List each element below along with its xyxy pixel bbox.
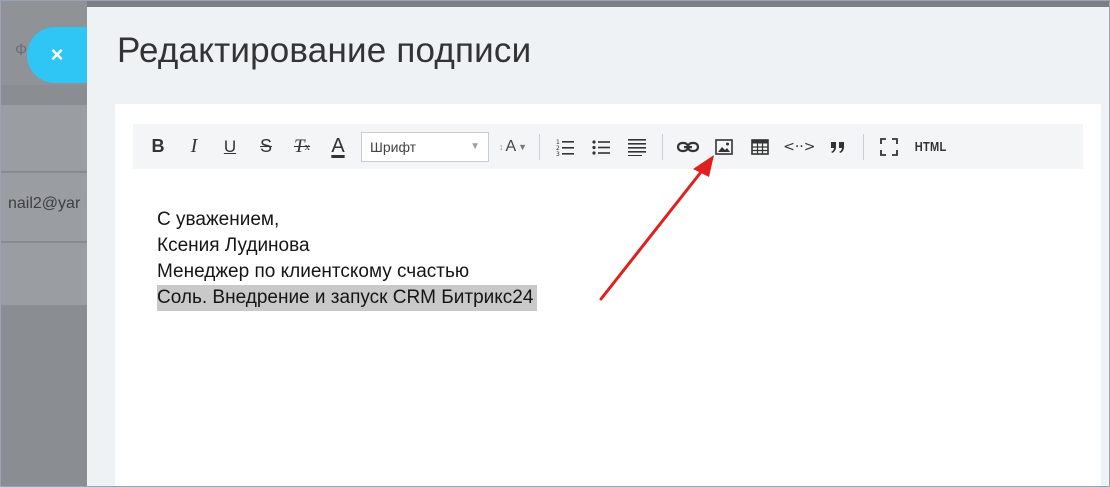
page-title: Редактирование подписи <box>117 31 532 70</box>
screenshot-frame: Ф nail2@yar × Редактирование подписи B I… <box>0 0 1110 487</box>
background-row <box>1 105 87 171</box>
bold-button[interactable]: B <box>145 132 171 162</box>
image-icon <box>715 138 733 155</box>
font-size-button[interactable]: ↕ A ▼ <box>499 132 527 162</box>
background-divider <box>1 171 87 172</box>
signature-editor: B I U S Tx A Шрифт ▼ ↕ A ▼ 123 <··> HTML… <box>115 104 1101 486</box>
html-mode-button[interactable]: HTML <box>915 132 947 162</box>
clear-format-sub: x <box>304 140 311 153</box>
background-column-letter: Ф <box>15 42 28 59</box>
code-button[interactable]: <··> <box>783 132 815 162</box>
underline-button[interactable]: U <box>217 132 243 162</box>
quote-icon <box>831 141 845 153</box>
toolbar-divider <box>539 133 541 160</box>
background-divider <box>1 241 87 242</box>
bulleted-list-icon <box>592 139 611 155</box>
signature-content[interactable]: С уважением, Ксения Лудинова Менеджер по… <box>157 207 538 311</box>
signature-edit-panel: Редактирование подписи B I U S Tx A Шриф… <box>87 7 1109 486</box>
close-icon: × <box>50 42 64 67</box>
font-color-button[interactable]: A <box>325 132 351 162</box>
numbered-list-icon: 123 <box>556 139 575 156</box>
signature-line: С уважением, <box>157 209 280 230</box>
font-family-select[interactable]: Шрифт ▼ <box>361 131 489 162</box>
selected-signature-line: Соль. Внедрение и запуск CRM Битрикс24 <box>157 285 538 311</box>
numbered-list-button[interactable]: 123 <box>552 132 578 162</box>
toolbar-divider <box>662 133 664 160</box>
background-email-fragment: nail2@yar <box>8 195 81 212</box>
clear-format-icon: T <box>293 135 305 157</box>
bulleted-list-button[interactable] <box>588 132 614 162</box>
svg-text:3: 3 <box>556 151 560 156</box>
editor-toolbar: B I U S Tx A Шрифт ▼ ↕ A ▼ 123 <··> HTML <box>133 124 1083 169</box>
strikethrough-button[interactable]: S <box>253 132 279 162</box>
insert-table-button[interactable] <box>747 132 773 162</box>
background-row <box>1 243 87 305</box>
fullscreen-button[interactable] <box>876 132 902 162</box>
quote-button[interactable] <box>825 132 851 162</box>
chevron-down-icon: ▼ <box>470 141 480 152</box>
chevron-down-icon: ▼ <box>518 141 528 152</box>
insert-image-button[interactable] <box>711 132 737 162</box>
clear-format-button[interactable]: Tx <box>289 132 315 162</box>
italic-button[interactable]: I <box>181 132 207 162</box>
signature-line: Ксения Лудинова <box>157 235 310 256</box>
fullscreen-icon <box>880 137 899 156</box>
font-size-arrows-icon: ↕ <box>499 141 504 152</box>
table-icon <box>751 138 769 155</box>
toolbar-divider <box>863 133 865 160</box>
font-size-label: A <box>505 137 517 155</box>
insert-link-button[interactable] <box>675 132 701 162</box>
link-icon <box>677 141 700 152</box>
font-family-value: Шрифт <box>370 138 417 155</box>
close-panel-button[interactable]: × <box>27 27 87 83</box>
signature-line: Менеджер по клиентскому счастью <box>157 261 470 282</box>
align-justify-icon <box>628 138 647 156</box>
align-button[interactable] <box>624 132 650 162</box>
